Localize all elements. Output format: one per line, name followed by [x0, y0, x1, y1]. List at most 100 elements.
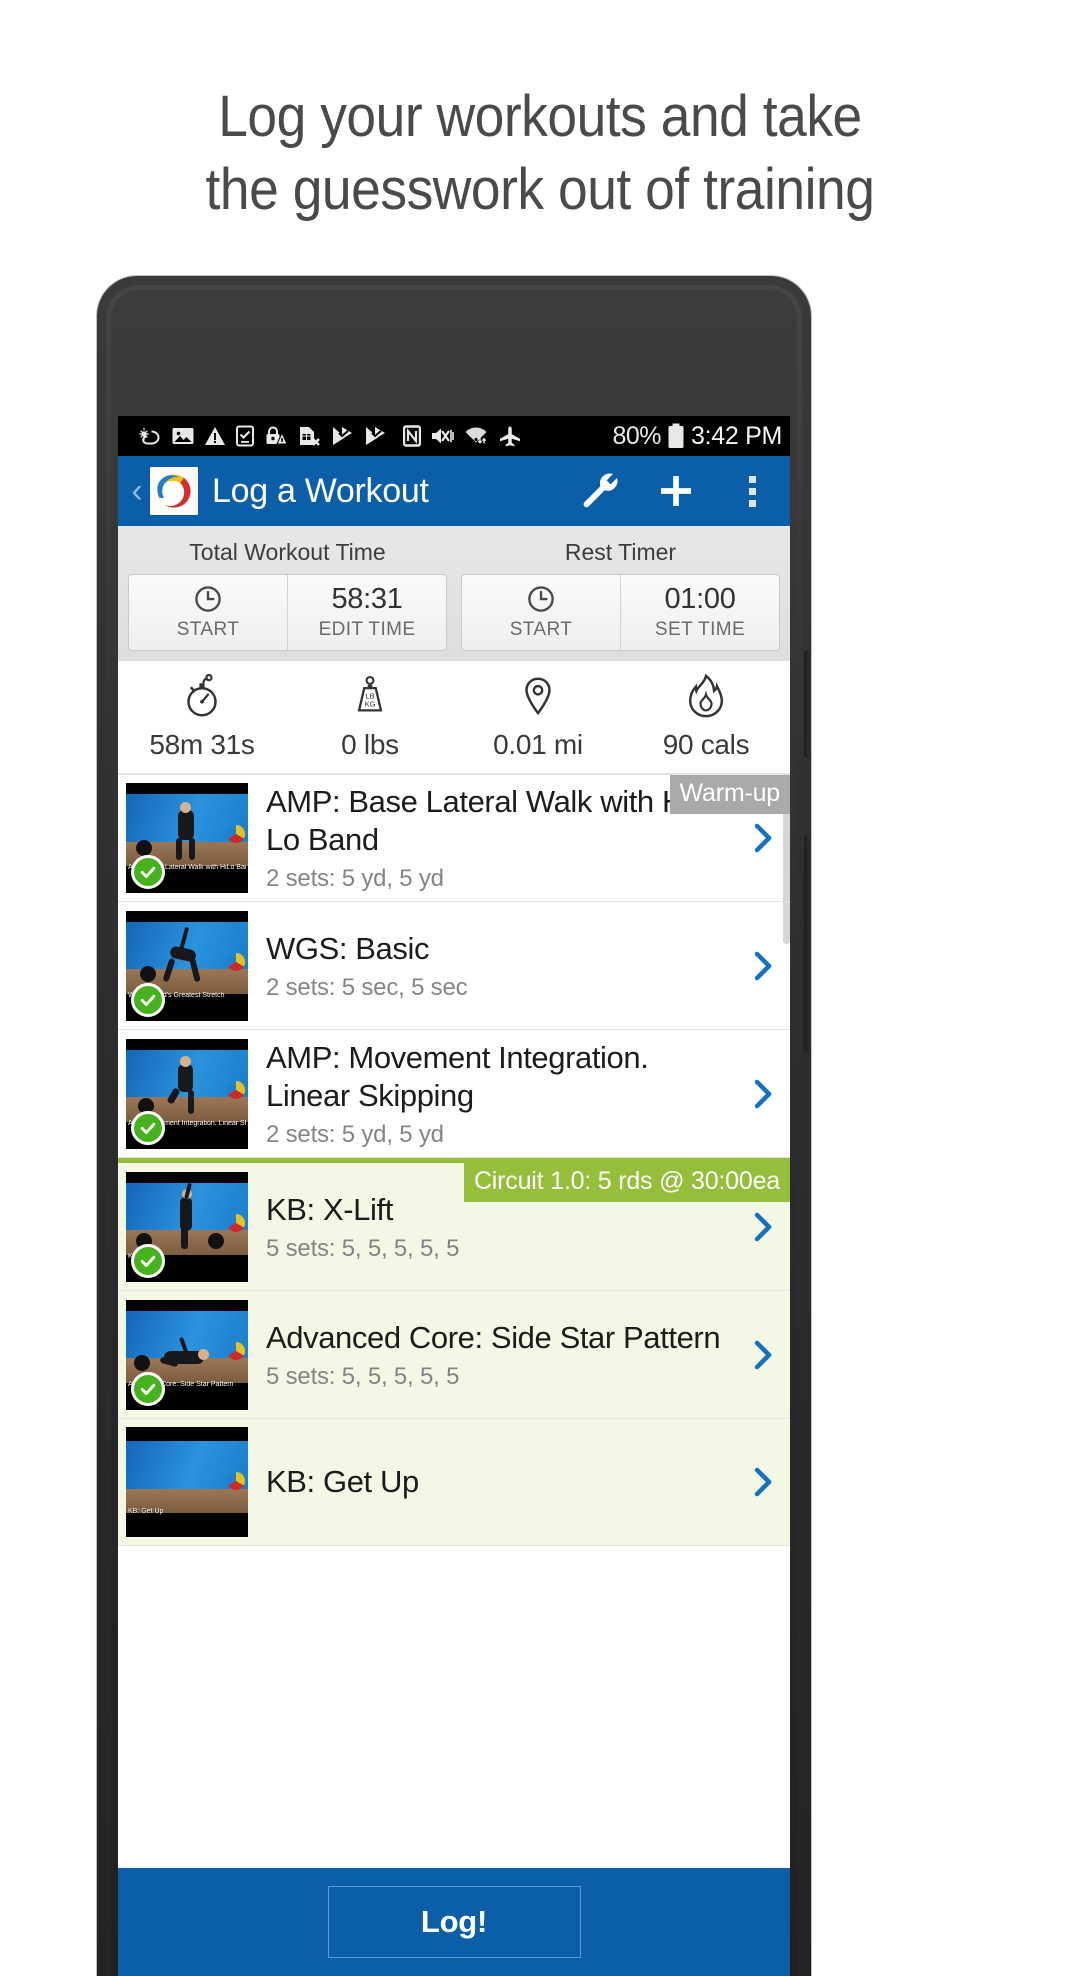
- back-button[interactable]: ‹: [126, 474, 148, 508]
- total-timer-edit-label: EDIT TIME: [318, 619, 416, 640]
- wrench-icon: [583, 473, 618, 508]
- overflow-menu-button[interactable]: [714, 456, 790, 526]
- wrench-button[interactable]: [562, 456, 638, 526]
- exercise-thumbnail[interactable]: KB: Get Up: [126, 1427, 248, 1537]
- timers-panel: Total Workout Time START 58:31 EDIT TIME: [118, 526, 790, 661]
- exercise-thumbnail[interactable]: KB: X-Lift: [126, 1171, 248, 1282]
- flag-check-icon: [333, 427, 352, 445]
- exercise-title: WGS: Basic: [266, 930, 430, 966]
- list-item[interactable]: KB: Get Up KB: Get Up: [118, 1419, 790, 1546]
- list-item[interactable]: Warm-up AMP: Base Lateral Walk with HiLo…: [118, 774, 790, 902]
- stat-distance-value: 0.01 mi: [493, 729, 583, 760]
- rest-timer-set-button[interactable]: 01:00 SET TIME: [620, 575, 779, 650]
- bottom-action-bar: Log!: [118, 1868, 790, 1976]
- chevron-right-icon: [754, 1467, 772, 1497]
- add-button[interactable]: [638, 456, 714, 526]
- stat-calories-value: 90 cals: [662, 729, 750, 760]
- thumb-prop: [134, 1354, 150, 1371]
- thumb-figure-head: [180, 802, 191, 813]
- flame-icon: [622, 671, 790, 719]
- total-workout-timer: Total Workout Time START 58:31 EDIT TIME: [128, 534, 447, 651]
- wifi-icon: [465, 427, 487, 444]
- exercise-info: AMP: Base Lateral Walk with Hi-Lo Band 2…: [248, 783, 734, 893]
- total-timer-start-button[interactable]: START: [129, 575, 287, 650]
- log-button[interactable]: Log!: [327, 1886, 581, 1958]
- chevron-right-icon: [754, 823, 772, 853]
- spiral-logo-icon: [157, 474, 191, 508]
- chevron-right-icon: [754, 1340, 772, 1369]
- overflow-icon: [748, 475, 756, 507]
- row-chevron-button[interactable]: [734, 1338, 790, 1372]
- flag-check-icon-2: [366, 427, 385, 445]
- rest-timer-value: 01:00: [664, 583, 736, 615]
- power-button[interactable]: [804, 650, 811, 758]
- thumb-video: [126, 1441, 248, 1513]
- stat-weight: LB KG 0 lbs: [286, 671, 454, 761]
- airplane-icon: [500, 426, 520, 447]
- phone-mockup: 80% 3:42 PM ‹ Log a Workout Total Workou…: [97, 276, 811, 1976]
- list-item[interactable]: Advanced Core: Side Star Pattern Advance…: [118, 1291, 790, 1419]
- chevron-right-icon: [754, 1079, 772, 1108]
- battery-icon: [668, 423, 684, 448]
- thumb-figure-leg-l: [176, 838, 182, 860]
- photo-icon: [172, 428, 194, 444]
- warning-icon: [205, 427, 225, 445]
- thumb-prop-r: [208, 1232, 224, 1249]
- row-chevron-button[interactable]: [734, 1465, 790, 1499]
- volume-button[interactable]: [804, 836, 811, 1052]
- rest-timer-start-button[interactable]: START: [462, 575, 620, 650]
- chevron-right-icon: [754, 1212, 772, 1241]
- exercise-thumbnail[interactable]: AMP: Movement Integration. Linear Skippi…: [126, 1038, 248, 1149]
- exercise-info: WGS: Basic 2 sets: 5 sec, 5 sec: [248, 930, 734, 1002]
- row-chevron-button[interactable]: [734, 1210, 790, 1244]
- headline-line-1: Log your workouts and take: [218, 84, 862, 149]
- exercise-info: Advanced Core: Side Star Pattern 5 sets:…: [248, 1319, 734, 1391]
- exercise-thumbnail[interactable]: Advanced Core: Side Star Pattern: [126, 1299, 248, 1410]
- exercise-list[interactable]: Warm-up AMP: Base Lateral Walk with HiLo…: [118, 774, 790, 1546]
- total-timer-start-label: START: [176, 619, 240, 640]
- thumb-prop: [136, 840, 152, 856]
- thumb-figure: [178, 1063, 193, 1092]
- total-timer-edit-button[interactable]: 58:31 EDIT TIME: [287, 575, 446, 650]
- exercise-thumbnail[interactable]: WGS: World's Greatest Stretch: [126, 910, 248, 1021]
- clock-icon: [131, 583, 285, 615]
- page-title: Log a Workout: [212, 471, 429, 510]
- exercise-sets: 5 sets: 5, 5, 5, 5, 5: [266, 1234, 460, 1262]
- stat-duration-value: 58m 31s: [149, 729, 255, 760]
- thumb-brand-icon: [227, 1080, 245, 1099]
- thumb-brand-icon: [227, 1472, 245, 1490]
- thumb-figure-leg-r: [189, 838, 195, 860]
- completed-check-icon: [131, 1243, 165, 1278]
- status-bar-right: 80% 3:42 PM: [612, 422, 782, 451]
- sim-removed-icon: [300, 427, 320, 446]
- stopwatch-icon: [118, 671, 286, 719]
- exercise-info: AMP: Movement Integration. Linear Skippi…: [248, 1039, 734, 1149]
- exercise-sets: 2 sets: 5 sec, 5 sec: [266, 973, 468, 1001]
- exercise-thumbnail[interactable]: AMP: Base Lateral Walk with HiLo Bands: [126, 783, 248, 893]
- stat-weight-value: 0 lbs: [341, 729, 399, 760]
- list-item[interactable]: Circuit 1.0: 5 rds @ 30:00ea KB: X-Lift: [118, 1163, 790, 1291]
- weight-icon: LB KG: [286, 671, 454, 719]
- exercise-sets: 5 sets: 5, 5, 5, 5, 5: [266, 1362, 460, 1390]
- list-item[interactable]: WGS: World's Greatest Stretch WGS: Basic…: [118, 902, 790, 1030]
- exercise-title: AMP: Base Lateral Walk with Hi-Lo Band: [266, 784, 701, 857]
- weather-icon: [139, 428, 160, 445]
- thumb-brand-icon: [227, 1341, 245, 1360]
- app-logo: [150, 467, 198, 515]
- workout-stats: 58m 31s LB KG 0 lbs 0.01 mi 90 cals: [118, 661, 790, 774]
- thumb-figure-head: [198, 1348, 209, 1360]
- app-bar: ‹ Log a Workout: [118, 456, 790, 526]
- thumb-figure-leg-r: [188, 1089, 194, 1114]
- row-chevron-button[interactable]: [734, 949, 790, 983]
- exercise-info: KB: Get Up: [248, 1463, 734, 1501]
- row-chevron-button[interactable]: [734, 1077, 790, 1111]
- app-bar-actions: [562, 456, 790, 526]
- list-item[interactable]: AMP: Movement Integration. Linear Skippi…: [118, 1030, 790, 1158]
- stat-duration: 58m 31s: [118, 671, 286, 761]
- section-tag: Warm-up: [669, 775, 790, 814]
- row-chevron-button[interactable]: [734, 821, 790, 855]
- thumb-figure: [180, 1196, 192, 1231]
- location-pin-icon: [454, 671, 622, 719]
- chevron-right-icon: [754, 951, 772, 980]
- phone-screen: 80% 3:42 PM ‹ Log a Workout Total Workou…: [118, 416, 790, 1976]
